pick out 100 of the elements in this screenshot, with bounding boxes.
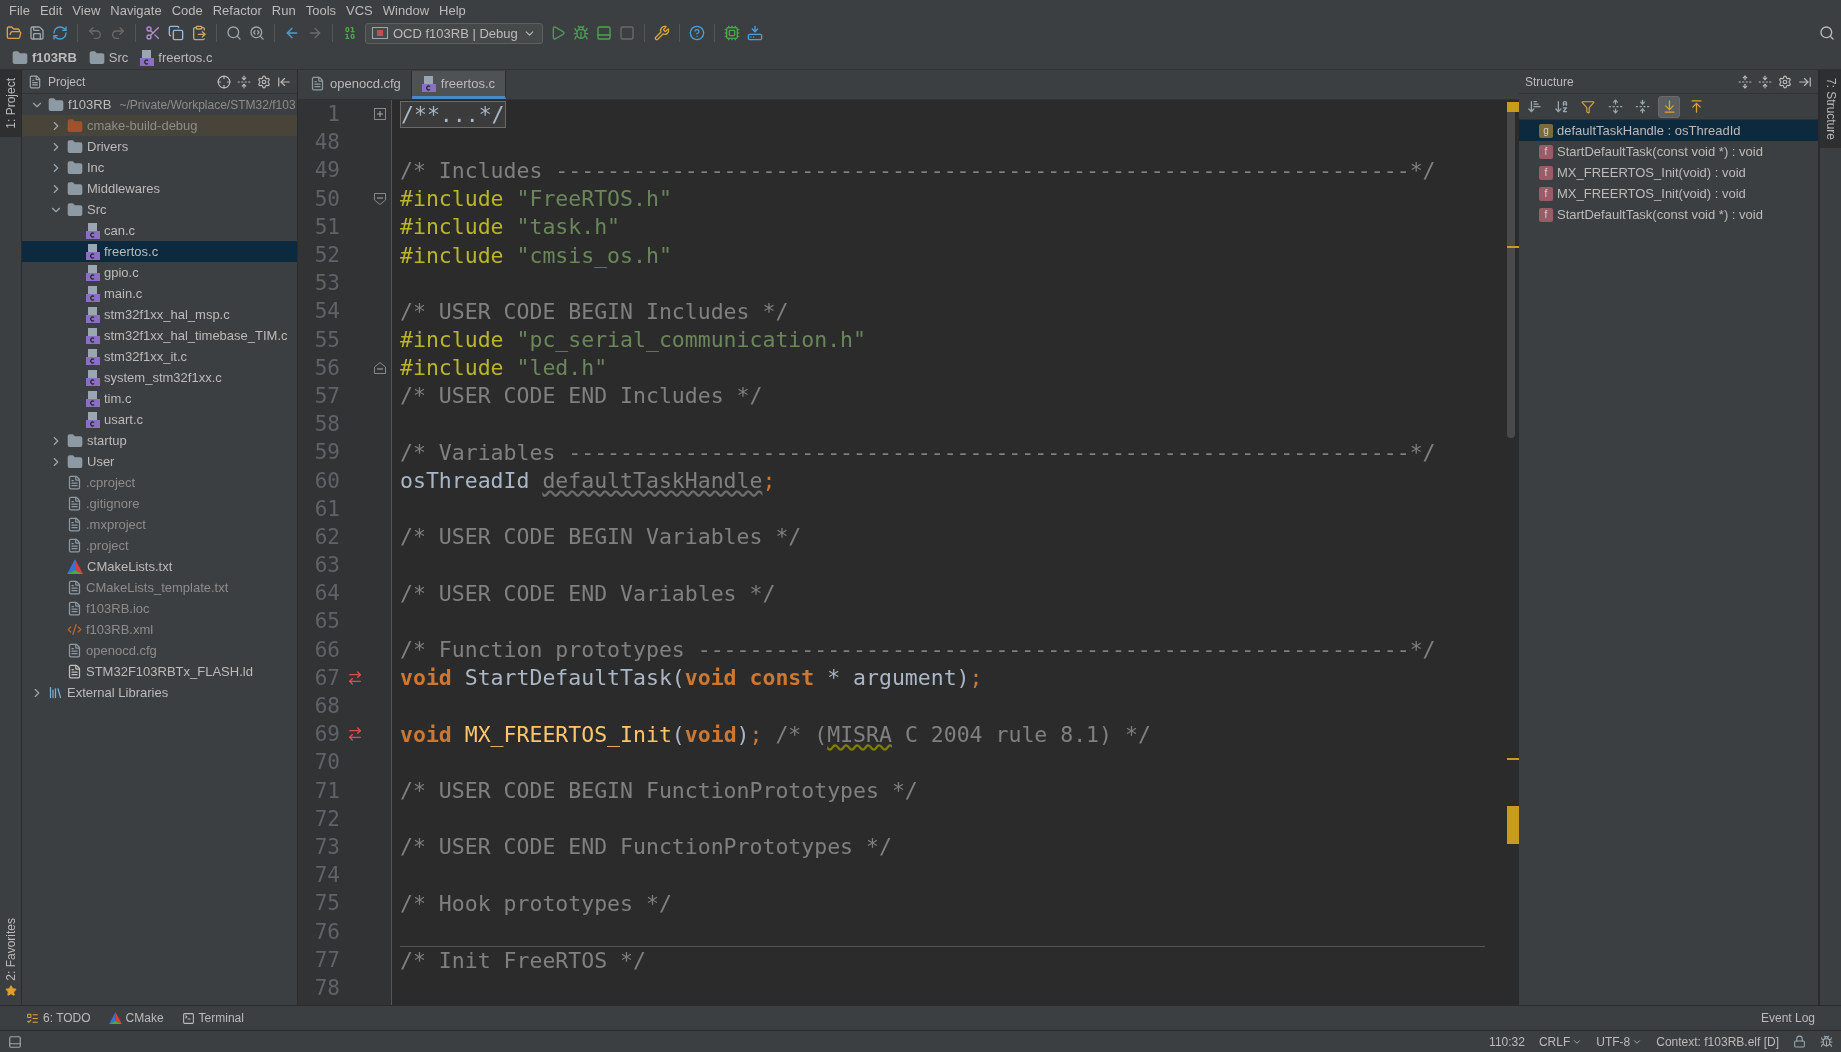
fold-icon[interactable]: [374, 192, 386, 205]
menu-item[interactable]: File: [4, 2, 35, 18]
path-hint: ~/Private/Workplace/STM32/f103: [119, 97, 296, 112]
warning-marker[interactable]: [1507, 806, 1519, 844]
tool-window-button[interactable]: Terminal: [181, 1011, 244, 1025]
menu-item[interactable]: Refactor: [207, 2, 267, 18]
fold-icon[interactable]: [374, 361, 386, 374]
run-configuration-dropdown[interactable]: OCD f103RB | Debug: [365, 22, 543, 44]
open-folder-icon[interactable]: [6, 25, 22, 41]
tree-item[interactable]: cmake-build-debug: [22, 115, 297, 136]
structure-item[interactable]: f StartDefaultTask(const void *) : void: [1519, 204, 1818, 225]
download-icon[interactable]: [746, 25, 763, 41]
settings-icon[interactable]: [1778, 74, 1792, 89]
wrench-icon[interactable]: [653, 25, 670, 41]
structure-item[interactable]: g defaultTaskHandle : osThreadId: [1519, 120, 1818, 141]
menu-item[interactable]: VCS: [341, 2, 378, 18]
paste-icon[interactable]: [191, 25, 207, 41]
debug-icon[interactable]: [572, 25, 589, 41]
tree-item[interactable]: External Libraries: [22, 682, 297, 703]
tool-window-button[interactable]: 6: TODO: [26, 1011, 91, 1025]
context-widget[interactable]: Context: f103RB.elf [D]: [1656, 1034, 1779, 1049]
settings-icon[interactable]: [257, 74, 271, 89]
save-icon[interactable]: [29, 25, 45, 41]
tool-window-button[interactable]: CMake: [108, 1011, 164, 1025]
back-arrow-icon[interactable]: [284, 25, 300, 41]
tree-item[interactable]: .cproject: [22, 472, 297, 493]
override-icon[interactable]: [347, 726, 363, 743]
tree-item[interactable]: openocd.cfg: [22, 640, 297, 661]
inspector-icon[interactable]: [1820, 1035, 1833, 1048]
tree-item[interactable]: stm32f1xx_hal_msp.c: [22, 304, 297, 325]
tree-item[interactable]: f103RB.ioc: [22, 598, 297, 619]
structure-item[interactable]: f MX_FREERTOS_Init(void) : void: [1519, 162, 1818, 183]
tree-item[interactable]: startup: [22, 430, 297, 451]
tree-item[interactable]: gpio.c: [22, 262, 297, 283]
collapse-icon[interactable]: [1758, 74, 1772, 89]
expand-fold-icon[interactable]: [374, 108, 386, 121]
tree-item[interactable]: Inc: [22, 157, 297, 178]
structure-tool-tab[interactable]: 7: Structure: [1820, 70, 1841, 149]
warning-marker[interactable]: [1507, 758, 1519, 760]
tree-item[interactable]: Src: [22, 199, 297, 220]
search-icon[interactable]: [1819, 25, 1835, 41]
menu-item[interactable]: Tools: [300, 2, 342, 18]
help-icon[interactable]: [688, 25, 705, 41]
tree-item[interactable]: Middlewares: [22, 178, 297, 199]
breadcrumb[interactable]: f103RB: [8, 49, 81, 66]
menu-item[interactable]: Code: [166, 2, 208, 18]
tree-item[interactable]: CMakeLists_template.txt: [22, 577, 297, 598]
sync-icon[interactable]: [52, 25, 68, 41]
lock-icon[interactable]: [1793, 1035, 1806, 1048]
breadcrumb[interactable]: Src: [84, 49, 133, 66]
tree-item[interactable]: User: [22, 451, 297, 472]
menu-item[interactable]: Help: [434, 2, 471, 18]
autoscroll-button[interactable]: [1658, 95, 1680, 118]
tree-item[interactable]: Drivers: [22, 136, 297, 157]
locate-icon[interactable]: [217, 74, 231, 89]
menu-item[interactable]: Edit: [34, 2, 68, 18]
c-file-icon: [140, 49, 155, 66]
warning-marker[interactable]: [1507, 246, 1519, 248]
hide-icon[interactable]: [1798, 74, 1812, 89]
tree-item[interactable]: .gitignore: [22, 493, 297, 514]
menu-item[interactable]: Window: [377, 2, 435, 18]
chip-icon[interactable]: [723, 25, 740, 41]
project-tool-tab[interactable]: 1: Project: [0, 70, 21, 137]
tool-windows-icon[interactable]: [8, 1034, 22, 1049]
tree-item[interactable]: freertos.c: [22, 241, 297, 262]
event-log-button[interactable]: Event Log: [1760, 1011, 1815, 1025]
cut-icon[interactable]: [145, 25, 161, 41]
tree-item[interactable]: usart.c: [22, 409, 297, 430]
collapse-icon[interactable]: [237, 74, 251, 89]
tree-item[interactable]: CMakeLists.txt: [22, 556, 297, 577]
tree-item[interactable]: system_stm32f1xx.c: [22, 367, 297, 388]
tree-item[interactable]: f103RB ~/Private/Workplace/STM32/f103: [22, 94, 297, 115]
structure-item[interactable]: f MX_FREERTOS_Init(void) : void: [1519, 183, 1818, 204]
copy-icon[interactable]: [168, 25, 184, 41]
tree-item[interactable]: stm32f1xx_it.c: [22, 346, 297, 367]
tree-item[interactable]: can.c: [22, 220, 297, 241]
menu-item[interactable]: Navigate: [105, 2, 167, 18]
search-icon[interactable]: [226, 25, 242, 41]
override-icon[interactable]: [347, 669, 363, 686]
breadcrumb[interactable]: freertos.c: [136, 49, 217, 66]
hide-icon[interactable]: [277, 74, 291, 89]
tree-item[interactable]: stm32f1xx_hal_timebase_TIM.c: [22, 325, 297, 346]
line-separator-widget[interactable]: CRLF: [1538, 1034, 1583, 1049]
menu-item[interactable]: Run: [266, 2, 301, 18]
expand-icon[interactable]: [1738, 74, 1752, 89]
editor-tab[interactable]: freertos.c: [411, 71, 507, 99]
replace-icon[interactable]: [249, 25, 265, 41]
binary-icon[interactable]: [342, 25, 358, 41]
cursor-position[interactable]: 110:32: [1489, 1034, 1525, 1049]
structure-item[interactable]: f StartDefaultTask(const void *) : void: [1519, 141, 1818, 162]
tree-item[interactable]: main.c: [22, 283, 297, 304]
favorites-tool-tab[interactable]: 2: Favorites: [0, 910, 21, 1005]
tree-item[interactable]: .project: [22, 535, 297, 556]
tree-item[interactable]: f103RB.xml: [22, 619, 297, 640]
encoding-widget[interactable]: UTF-8: [1596, 1034, 1643, 1049]
tree-item[interactable]: tim.c: [22, 388, 297, 409]
menu-item[interactable]: View: [67, 2, 106, 18]
tree-item[interactable]: STM32F103RBTx_FLASH.ld: [22, 661, 297, 682]
warning-marker[interactable]: [1507, 102, 1519, 112]
tree-item[interactable]: .mxproject: [22, 514, 297, 535]
